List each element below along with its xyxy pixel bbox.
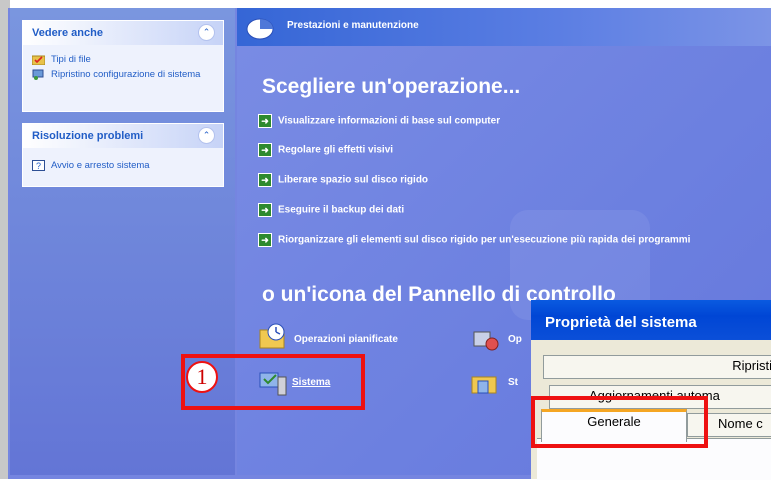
- cp-item-label: St: [508, 377, 518, 388]
- help-icon: ?: [32, 160, 45, 171]
- see-also-header[interactable]: Vedere anche ⌃: [23, 21, 223, 45]
- tab-label: Ripristi: [732, 358, 771, 373]
- green-arrow-icon: ➜: [258, 173, 272, 187]
- sidebar-item-file-types[interactable]: Tipi di file: [23, 54, 223, 65]
- callout-highlight-general-tab: [531, 396, 708, 448]
- cp-item-label: Operazioni pianificate: [294, 334, 398, 345]
- callout-number-badge: 1: [186, 361, 218, 393]
- tools-icon: [471, 376, 497, 394]
- dialog-title: Proprietà del sistema: [545, 314, 697, 331]
- pick-task-heading: Scegliere un'operazione...: [262, 75, 521, 98]
- task-link-label: Eseguire il backup dei dati: [278, 204, 405, 216]
- task-link-label: Liberare spazio sul disco rigido: [278, 174, 429, 186]
- sidebar-item-label: Ripristino configurazione di sistema: [51, 69, 201, 80]
- green-arrow-icon: ➜: [258, 114, 272, 128]
- task-link-basic-info[interactable]: ➜ Visualizzare informazioni di base sul c…: [258, 114, 500, 128]
- scheduled-tasks-icon: [259, 323, 285, 349]
- troubleshoot-header[interactable]: Risoluzione problemi ⌃: [23, 124, 223, 148]
- task-link-label: Regolare gli effetti visivi: [278, 144, 394, 156]
- performance-icon: [246, 18, 274, 40]
- collapse-icon[interactable]: ⌃: [198, 127, 215, 144]
- task-link-visual-effects[interactable]: ➜ Regolare gli effetti visivi: [258, 143, 393, 157]
- sidebar-item-system-restore[interactable]: Ripristino configurazione di sistema: [23, 69, 201, 80]
- task-link-backup[interactable]: ➜ Eseguire il backup dei dati: [258, 203, 404, 217]
- green-arrow-icon: ➜: [258, 233, 272, 247]
- collapse-icon[interactable]: ⌃: [198, 24, 215, 41]
- task-link-free-space[interactable]: ➜ Liberare spazio sul disco rigido: [258, 173, 428, 187]
- folder-check-icon: [32, 55, 45, 65]
- sidebar-item-label: Avvio e arresto sistema: [51, 160, 150, 171]
- sidebar-item-startup-shutdown[interactable]: ? Avvio e arresto sistema: [23, 160, 223, 171]
- troubleshoot-title: Risoluzione problemi: [32, 130, 144, 142]
- green-arrow-icon: ➜: [258, 203, 272, 217]
- see-also-box: Vedere anche ⌃ Tipi di file Ripristino c…: [22, 20, 224, 112]
- svg-text:?: ?: [36, 161, 41, 171]
- sidebar-item-label: Tipi di file: [51, 54, 91, 65]
- tab-system-restore[interactable]: Ripristi: [543, 355, 771, 379]
- options-icon: [473, 331, 499, 351]
- troubleshoot-box: Risoluzione problemi ⌃ ? Avvio e arresto…: [22, 123, 224, 187]
- task-link-defragment[interactable]: ➜ Riorganizzare gli elementi sul disco ri…: [258, 233, 690, 247]
- system-restore-icon: [32, 69, 44, 80]
- task-link-label: Riorganizzare gli elementi sul disco rig…: [278, 234, 691, 246]
- see-also-title: Vedere anche: [32, 27, 103, 39]
- cp-item-label: Op: [508, 334, 522, 345]
- category-title: Prestazioni e manutenzione: [287, 20, 419, 31]
- task-link-label: Visualizzare informazioni di base sul co…: [278, 115, 501, 127]
- green-arrow-icon: ➜: [258, 143, 272, 157]
